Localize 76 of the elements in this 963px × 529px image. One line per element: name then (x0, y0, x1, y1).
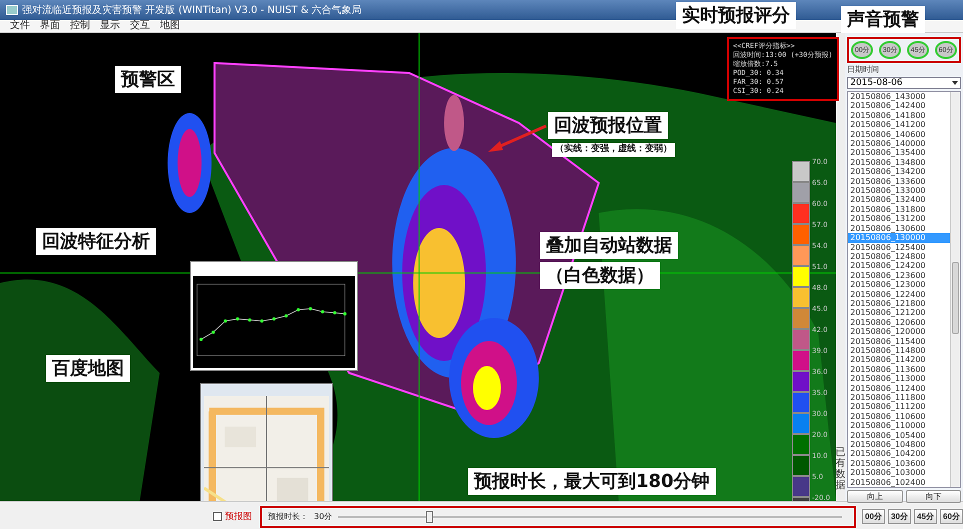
panel-label: 已有数据 (836, 447, 846, 491)
time-item[interactable]: 20150806_114200 (848, 355, 950, 365)
time-item[interactable]: 20150806_110000 (848, 421, 950, 431)
slider-thumb[interactable] (426, 510, 433, 522)
time-item[interactable]: 20150806_105400 (848, 430, 950, 440)
time-item[interactable]: 20150806_110600 (848, 412, 950, 422)
time-item[interactable]: 20150806_114800 (848, 346, 950, 356)
time-item[interactable]: 20150806_113000 (848, 374, 950, 384)
time-item[interactable]: 20150806_121800 (848, 298, 950, 308)
annotation-label: 百度地图 (46, 355, 130, 382)
time-item[interactable]: 20150806_121200 (848, 308, 950, 318)
time-item[interactable]: 20150806_120000 (848, 327, 950, 337)
annotation-label: 叠加自动站数据 (540, 232, 678, 260)
annotation-label: 实时预报评分 (676, 2, 796, 30)
time-item[interactable]: 20150806_131800 (848, 204, 950, 214)
time-item[interactable]: 20150806_123600 (848, 270, 950, 280)
time-item[interactable]: 20150806_113600 (848, 364, 950, 374)
annotation-label: （白色数据） (540, 262, 660, 290)
menu-item[interactable]: 界面 (40, 20, 60, 32)
duration-value: 30分 (314, 511, 332, 522)
scrollbar[interactable] (950, 92, 960, 488)
date-label: 日期时间 (847, 65, 880, 75)
dropdown-icon (952, 81, 958, 85)
time-item[interactable]: 20150806_120600 (848, 318, 950, 328)
time-item[interactable]: 20150806_122400 (848, 290, 950, 299)
time-item[interactable]: 20150806_123000 (848, 280, 950, 290)
time-item[interactable]: 20150806_132400 (848, 195, 950, 205)
time-item[interactable]: 20150806_133600 (848, 176, 950, 186)
time-item[interactable]: 20150806_141200 (848, 120, 950, 130)
menu-item[interactable]: 显示 (100, 20, 120, 32)
time-item[interactable]: 20150806_104200 (848, 449, 950, 459)
annotation-label: 预警区 (115, 66, 181, 94)
menu-item[interactable]: 控制 (70, 20, 90, 32)
time-item[interactable]: 20150806_102400 (848, 478, 950, 488)
duration-label: 预报时长： (268, 511, 308, 522)
checkbox[interactable] (213, 512, 222, 521)
menu-item[interactable]: 文件 (10, 20, 30, 32)
menu-item[interactable]: 交互 (130, 20, 150, 32)
time-item[interactable]: 20150806_112400 (848, 384, 950, 393)
time-item[interactable]: 20150806_103600 (848, 458, 950, 468)
forecast-button[interactable]: 45分 (914, 509, 937, 524)
forecast-button[interactable]: 00分 (862, 509, 885, 524)
time-item[interactable]: 20150806_124800 (848, 252, 950, 262)
annotation-label: 回波特征分析 (36, 228, 156, 256)
time-item[interactable]: 20150806_125400 (848, 242, 950, 252)
time-item[interactable]: 20150806_131200 (848, 214, 950, 224)
menu-item[interactable]: 地图 (160, 20, 180, 32)
time-item[interactable]: 20150806_134200 (848, 167, 950, 177)
time-item[interactable]: 20150806_111800 (848, 393, 950, 402)
time-item[interactable]: 20150806_142400 (848, 101, 950, 111)
window-title: 强对流临近预报及灾害预警 开发版 (WINTitan) V3.0 - NUIST & 六合气象局 (22, 4, 362, 17)
time-item[interactable]: 20150806_130600 (848, 224, 950, 234)
time-item[interactable]: 20150806_133000 (848, 186, 950, 196)
time-item[interactable]: 20150806_141800 (848, 110, 950, 120)
forecast-button[interactable]: 60分 (940, 509, 963, 524)
nav-button[interactable]: 向上 (847, 490, 903, 504)
window-icon (6, 5, 18, 15)
time-item[interactable]: 20150806_104800 (848, 440, 950, 450)
time-item[interactable]: 20150806_124200 (848, 261, 950, 271)
checkbox-label: 预报图 (225, 510, 252, 523)
time-item[interactable]: 20150806_111200 (848, 402, 950, 412)
time-item[interactable]: 20150806_143000 (848, 92, 950, 102)
time-item[interactable]: 20150806_140600 (848, 130, 950, 140)
time-item[interactable]: 20150806_115400 (848, 336, 950, 346)
time-item[interactable]: 20150806_134800 (848, 158, 950, 168)
time-item[interactable]: 20150806_103000 (848, 468, 950, 478)
annotation-note: （实线：变强，虚线：变弱） (552, 143, 675, 157)
annotation-label: 回波预报位置 (548, 112, 668, 140)
time-item[interactable]: 20150806_140000 (848, 139, 950, 148)
arrow (486, 122, 548, 154)
date-field[interactable]: 2015-08-06 (847, 77, 961, 89)
forecast-button[interactable]: 30分 (888, 509, 911, 524)
annotation-label: 预报时长，最大可到180分钟 (468, 468, 716, 496)
nav-button[interactable]: 向下 (906, 490, 962, 504)
annotation-label: 声音预警 (841, 6, 925, 34)
time-item[interactable]: 20150806_135400 (848, 148, 950, 158)
